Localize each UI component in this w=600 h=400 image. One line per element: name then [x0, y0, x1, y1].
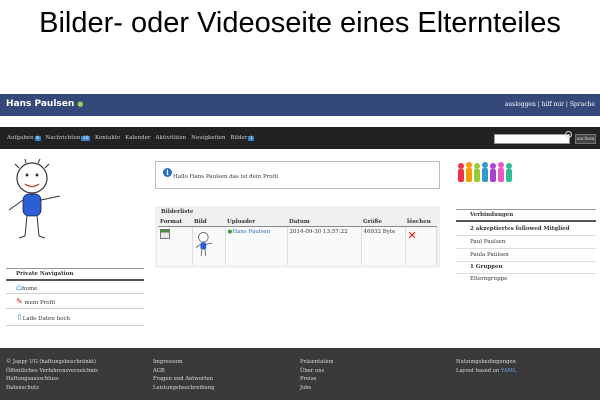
divider: [456, 235, 596, 236]
private-nav-home[interactable]: ⌂home: [16, 283, 144, 292]
uploader-link[interactable]: Hans Paulsen: [232, 229, 270, 235]
nav-item-kalender[interactable]: Kalender: [125, 135, 150, 141]
divider: [6, 293, 144, 294]
wrench-icon: ✎: [16, 297, 23, 306]
nav-item-aktivitaeten[interactable]: Aktivitäten: [155, 135, 186, 141]
user-name: Hans Paulsen: [6, 99, 75, 109]
private-nav-profile[interactable]: ✎ mein Profil: [16, 297, 144, 306]
table-row: ●Hans Paulsen 2014-09-30 13:57:22 46932 …: [158, 226, 437, 265]
image-list-panel: Bilderliste Format Bild Uploader Datum G…: [155, 206, 440, 268]
image-table: Format Bild Uploader Datum Größe löschen: [158, 218, 437, 265]
footer-copyright: © Jappy UG (haftungsbeschränkt): [6, 359, 96, 365]
size-cell: 46932 Byte: [361, 226, 406, 265]
user-menu[interactable]: Hans Paulsen ●: [6, 99, 83, 109]
footer-column-1: © Jappy UG (haftungsbeschränkt) Öffentli…: [6, 358, 98, 392]
footer-link[interactable]: Präsentation: [300, 358, 334, 367]
delete-icon[interactable]: ✕: [408, 229, 417, 242]
nav-label: Aufgaben: [7, 135, 34, 141]
connections-followed-count[interactable]: 2 akzeptiertes followed Mitglied: [470, 226, 570, 232]
divider: [456, 261, 596, 262]
welcome-box: i Hallo Hans Paulsen das ist dein Profil: [155, 161, 440, 189]
account-links[interactable]: ausloggen | hilf mir | Sprache: [505, 101, 595, 108]
nav-label: Lade Daten hoch: [22, 316, 71, 322]
column-header: löschen: [405, 218, 437, 227]
footer-link[interactable]: Preise: [300, 375, 334, 384]
group-people-icon: [458, 162, 512, 182]
divider: [456, 273, 596, 274]
divider: [456, 248, 596, 249]
divider: [6, 325, 144, 326]
count-badge: 4: [34, 136, 41, 141]
search-icon: [565, 131, 572, 138]
footer-link[interactable]: Impressum: [153, 358, 214, 367]
delete-cell: ✕: [405, 226, 437, 265]
upload-icon: ⇧: [16, 313, 23, 322]
connection-item[interactable]: Paul Paulsen: [470, 239, 505, 245]
image-thumbnail[interactable]: [195, 229, 213, 261]
footer-link[interactable]: Fragen und Antworten: [153, 375, 214, 384]
nav-item-nachrichten[interactable]: Nachrichten 10: [45, 135, 91, 141]
nav-item-neuigkeiten[interactable]: Neuigkeiten: [191, 135, 225, 141]
footer-column-3: Präsentation Über uns Preise Jobs: [300, 358, 334, 392]
image-list-title: Bilderliste: [161, 209, 194, 215]
footer-link[interactable]: Nutzungsbedingungen: [456, 358, 516, 367]
date-cell: 2014-09-30 13:57:22: [287, 226, 362, 265]
nav-item-aufgaben[interactable]: Aufgaben 4: [7, 135, 41, 141]
private-nav-upload[interactable]: ⇧Lade Daten hoch: [16, 313, 144, 322]
welcome-text: Hallo Hans Paulsen das ist dein Profil: [173, 174, 279, 180]
connections-group-count[interactable]: 1 Gruppen: [470, 264, 503, 270]
column-header: Größe: [361, 218, 405, 227]
nav-label: mein Profil: [24, 300, 56, 306]
image-file-icon: [160, 229, 170, 239]
column-header: Format: [158, 218, 192, 227]
footer-link[interactable]: Leistungsbeschreibung: [153, 384, 214, 393]
nav-items: Aufgaben 4 Nachrichten 10 Kontakte Kalende…: [7, 135, 255, 141]
footer-column-2: Impressum AGB Fragen und Antworten Leist…: [153, 358, 214, 392]
table-header-row: Format Bild Uploader Datum Größe löschen: [158, 218, 437, 227]
uploader-cell[interactable]: ●Hans Paulsen: [225, 226, 288, 265]
browser-page: Hans Paulsen ● ausloggen | hilf mir | Spr…: [0, 94, 600, 400]
nav-label: Nachrichten: [45, 135, 81, 141]
nav-item-kontakte[interactable]: Kontakte: [95, 135, 120, 141]
count-badge: 1: [248, 136, 255, 141]
connection-item[interactable]: Paula Paulsen: [470, 252, 509, 258]
yaml-link[interactable]: YAML: [501, 368, 517, 374]
divider: [6, 308, 144, 309]
info-icon: i: [163, 168, 172, 177]
footer-link[interactable]: AGB: [153, 367, 214, 376]
credit-text: Layout based on: [456, 367, 500, 374]
footer-link[interactable]: Öffentliches Verfahrensverzeichnis: [6, 367, 98, 376]
nav-item-bilder[interactable]: Bilder 1: [230, 135, 255, 141]
group-item[interactable]: Elterngruppe: [470, 276, 507, 282]
child-drawing-avatar: [8, 158, 61, 239]
footer-layout-credit: Layout based on YAML: [456, 367, 516, 376]
nav-label: Bilder: [230, 135, 248, 141]
top-bar: Hans Paulsen ● ausloggen | hilf mir | Spr…: [0, 94, 600, 116]
format-cell: [158, 226, 193, 265]
count-badge: 10: [81, 136, 91, 141]
footer-column-4: Nutzungsbedingungen Layout based on YAML: [456, 358, 516, 375]
footer: © Jappy UG (haftungsbeschränkt) Öffentli…: [0, 348, 600, 400]
footer-link[interactable]: Jobs: [300, 384, 334, 393]
thumbnail-cell: [192, 226, 226, 265]
search-button[interactable]: suchen: [575, 134, 596, 144]
nav-label: home: [22, 286, 38, 292]
column-header: Bild: [192, 218, 225, 227]
connections-title: Verbindungen: [456, 209, 596, 222]
user-status-icon: ●: [77, 100, 84, 108]
column-header: Datum: [287, 218, 361, 227]
search-input[interactable]: [494, 134, 570, 144]
footer-link[interactable]: Über uns: [300, 367, 334, 376]
slide-title: Bilder- oder Videoseite eines Elternteil…: [39, 7, 561, 39]
private-nav-title: Private Navigation: [6, 268, 144, 281]
footer-link[interactable]: Haftungsausschluss: [6, 375, 98, 384]
column-header: Uploader: [225, 218, 287, 227]
footer-link[interactable]: Datenschutz: [6, 384, 98, 393]
